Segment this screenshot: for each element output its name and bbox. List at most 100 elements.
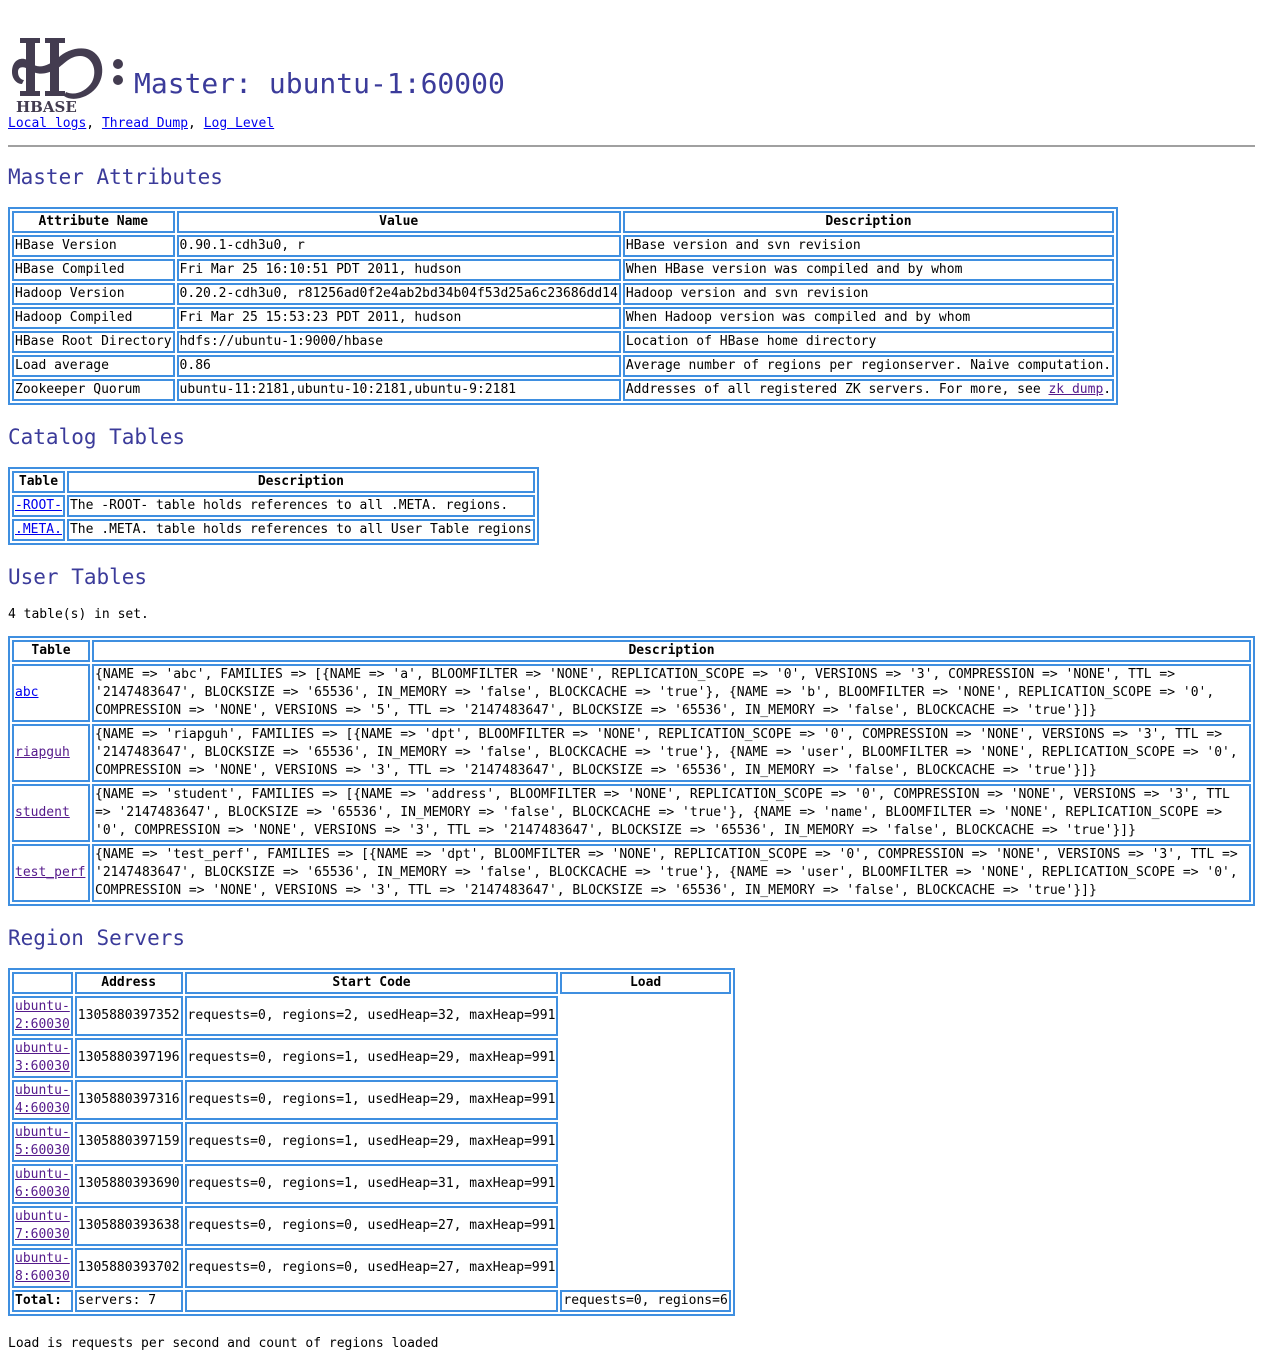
server-start-code: 1305880397352 — [74, 996, 183, 1036]
server-start-code: 1305880393690 — [74, 1164, 183, 1204]
region-server-row: ubuntu-7:60030 1305880393638 requests=0, r… — [12, 1206, 731, 1246]
catalog-table-link[interactable]: -ROOT- — [15, 498, 62, 513]
user-table-row: riapguh {NAME => 'riapguh', FAMILIES => [… — [12, 724, 1251, 782]
region-server-row: ubuntu-3:60030 1305880397196 requests=0, r… — [12, 1038, 731, 1078]
total-row: Total: servers: 7 requests=0, regions=6 — [12, 1290, 731, 1312]
log-level-link[interactable]: Log Level — [204, 116, 274, 131]
user-table-description: {NAME => 'student', FAMILIES => [{NAME =… — [92, 784, 1251, 842]
table-count: 4 table(s) in set. — [8, 607, 149, 622]
attribute-value: 0.20.2-cdh3u0, r81256ad0f2e4ab2bd34b04f5… — [176, 283, 621, 305]
region-servers-heading: Region Servers — [8, 926, 186, 950]
catalog-row: -ROOT- The -ROOT- table holds references … — [12, 495, 535, 517]
attribute-name: Hadoop Version — [12, 283, 175, 305]
catalog-table-cell: .META. — [12, 519, 65, 541]
server-load: requests=0, regions=1, usedHeap=29, maxH… — [184, 1122, 559, 1162]
column-header: Table — [12, 471, 65, 493]
server-address-link[interactable]: ubuntu-5:60030 — [15, 1125, 70, 1158]
user-table-link[interactable]: student — [15, 805, 70, 820]
zk-dump-link[interactable]: zk dump — [1048, 382, 1103, 397]
catalog-description: The -ROOT- table holds references to all… — [66, 495, 535, 517]
server-address-cell: ubuntu-4:60030 — [12, 1080, 73, 1120]
attribute-value: hdfs://ubuntu-1:9000/hbase — [176, 331, 621, 353]
region-server-row: ubuntu-2:60030 1305880397352 requests=0, r… — [12, 996, 731, 1036]
server-address-cell: ubuntu-5:60030 — [12, 1122, 73, 1162]
attribute-name: Zookeeper Quorum — [12, 379, 175, 401]
catalog-table-link[interactable]: .META. — [15, 522, 62, 537]
svg-text:HBASE: HBASE — [16, 98, 77, 114]
server-address-cell: ubuntu-3:60030 — [12, 1038, 73, 1078]
server-address-link[interactable]: ubuntu-8:60030 — [15, 1251, 70, 1284]
attribute-value: 0.86 — [176, 355, 621, 377]
user-table-cell: abc — [12, 664, 90, 722]
server-load: requests=0, regions=2, usedHeap=32, maxH… — [184, 996, 559, 1036]
attribute-value: Fri Mar 25 16:10:51 PDT 2011, hudson — [176, 259, 621, 281]
user-table-description: {NAME => 'test_perf', FAMILIES => [{NAME… — [92, 844, 1251, 902]
spacer-cell — [12, 972, 73, 994]
attribute-name: HBase Compiled — [12, 259, 175, 281]
server-start-code: 1305880393638 — [74, 1206, 183, 1246]
server-address-link[interactable]: ubuntu-7:60030 — [15, 1209, 70, 1242]
total-label: Total: — [12, 1290, 73, 1312]
hbase-logo: HBASE — [8, 36, 128, 114]
attribute-description: Addresses of all registered ZK servers. … — [622, 379, 1115, 401]
user-table-link[interactable]: riapguh — [15, 745, 70, 760]
divider — [8, 145, 1255, 147]
server-address-cell: ubuntu-7:60030 — [12, 1206, 73, 1246]
column-header: Value — [176, 211, 621, 233]
column-header: Description — [66, 471, 535, 493]
attribute-value: ubuntu-11:2181,ubuntu-10:2181,ubuntu-9:2… — [176, 379, 621, 401]
attribute-name: Load average — [12, 355, 175, 377]
user-table-row: abc {NAME => 'abc', FAMILIES => [{NAME =>… — [12, 664, 1251, 722]
column-header: Description — [622, 211, 1115, 233]
region-server-row: ubuntu-4:60030 1305880397316 requests=0, r… — [12, 1080, 731, 1120]
server-address-link[interactable]: ubuntu-4:60030 — [15, 1083, 70, 1116]
server-load: requests=0, regions=1, usedHeap=31, maxH… — [184, 1164, 559, 1204]
server-start-code: 1305880397159 — [74, 1122, 183, 1162]
user-table-description: {NAME => 'riapguh', FAMILIES => [{NAME =… — [92, 724, 1251, 782]
attribute-description: When HBase version was compiled and by w… — [622, 259, 1115, 281]
region-server-row: ubuntu-5:60030 1305880397159 requests=0, r… — [12, 1122, 731, 1162]
local-logs-link[interactable]: Local logs — [8, 116, 86, 131]
attribute-value: 0.90.1-cdh3u0, r — [176, 235, 621, 257]
server-load: requests=0, regions=0, usedHeap=27, maxH… — [184, 1248, 559, 1288]
attribute-row: Hadoop Compiled Fri Mar 25 15:53:23 PDT 2… — [12, 307, 1115, 329]
user-table-cell: riapguh — [12, 724, 90, 782]
catalog-tables-heading: Catalog Tables — [8, 425, 186, 449]
column-header: Description — [92, 640, 1251, 662]
column-header: Table — [12, 640, 90, 662]
catalog-table-cell: -ROOT- — [12, 495, 65, 517]
server-address-link[interactable]: ubuntu-2:60030 — [15, 999, 70, 1032]
attribute-name: HBase Version — [12, 235, 175, 257]
attribute-description: Location of HBase home directory — [622, 331, 1115, 353]
attribute-row: Load average 0.86 Average number of region… — [12, 355, 1115, 377]
user-tables-table: Table Description abc {NAME => 'abc', FAM… — [8, 636, 1255, 906]
user-table-link[interactable]: test_perf — [15, 865, 85, 880]
server-address-link[interactable]: ubuntu-6:60030 — [15, 1167, 70, 1200]
user-table-cell: student — [12, 784, 90, 842]
column-header: Attribute Name — [12, 211, 175, 233]
total-load: requests=0, regions=6 — [560, 1290, 731, 1312]
master-attributes-table: Attribute Name Value Description HBase V… — [8, 207, 1119, 405]
column-header: Load — [560, 972, 731, 994]
server-load: requests=0, regions=1, usedHeap=29, maxH… — [184, 1038, 559, 1078]
user-table-row: test_perf {NAME => 'test_perf', FAMILIES … — [12, 844, 1251, 902]
user-table-description: {NAME => 'abc', FAMILIES => [{NAME => 'a… — [92, 664, 1251, 722]
attribute-value: Fri Mar 25 15:53:23 PDT 2011, hudson — [176, 307, 621, 329]
region-server-row: ubuntu-8:60030 1305880393702 requests=0, r… — [12, 1248, 731, 1288]
attribute-name: Hadoop Compiled — [12, 307, 175, 329]
column-header: Start Code — [184, 972, 559, 994]
page-title: Master: ubuntu-1:60000 — [134, 67, 505, 100]
user-tables-heading: User Tables — [8, 565, 148, 589]
attribute-description: HBase version and svn revision — [622, 235, 1115, 257]
server-load: requests=0, regions=1, usedHeap=29, maxH… — [184, 1080, 559, 1120]
master-attributes-heading: Master Attributes — [8, 165, 223, 189]
total-start-code — [184, 1290, 559, 1312]
user-table-cell: test_perf — [12, 844, 90, 902]
server-address-link[interactable]: ubuntu-3:60030 — [15, 1041, 70, 1074]
catalog-description: The .META. table holds references to all… — [66, 519, 535, 541]
server-start-code: 1305880397316 — [74, 1080, 183, 1120]
user-table-link[interactable]: abc — [15, 685, 38, 700]
attribute-row: Hadoop Version 0.20.2-cdh3u0, r81256ad0f2… — [12, 283, 1115, 305]
thread-dump-link[interactable]: Thread Dump — [102, 116, 188, 131]
top-links: Local logs, Thread Dump, Log Level — [8, 116, 275, 131]
